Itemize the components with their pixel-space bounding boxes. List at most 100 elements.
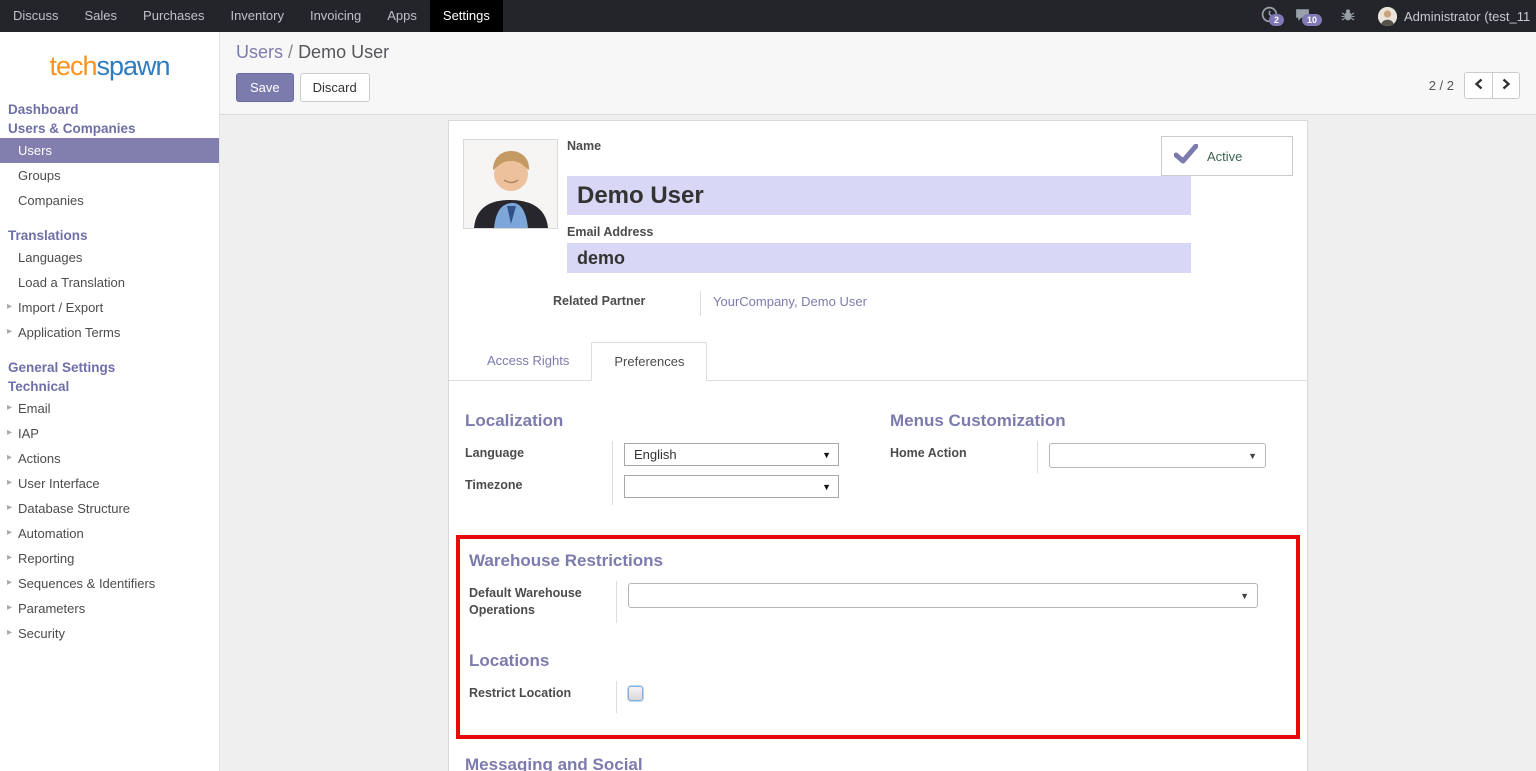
- nav-sales[interactable]: Sales: [72, 0, 131, 32]
- breadcrumb-current: Demo User: [298, 42, 389, 62]
- nav-invoicing[interactable]: Invoicing: [297, 0, 374, 32]
- sidebar-item-companies[interactable]: Companies: [0, 188, 219, 213]
- sidebar-header-technical[interactable]: Technical: [0, 377, 219, 396]
- sidebar-item-languages[interactable]: Languages: [0, 245, 219, 270]
- chevron-right-icon: ▸: [7, 402, 12, 413]
- default-warehouse-label: Default Warehouse Operations: [469, 581, 617, 623]
- sidebar-item-label: Actions: [18, 451, 61, 466]
- user-photo[interactable]: [463, 139, 558, 229]
- pager-counter: 2 / 2: [1429, 78, 1454, 93]
- sidebar-item-user-interface[interactable]: ▸ User Interface: [0, 471, 219, 496]
- email-label: Email Address: [567, 225, 1293, 239]
- sidebar-item-parameters[interactable]: ▸ Parameters: [0, 596, 219, 621]
- chevron-right-icon: ▸: [7, 552, 12, 563]
- chevron-right-icon: ▸: [7, 326, 12, 337]
- sidebar-item-label: Application Terms: [18, 325, 120, 340]
- related-partner-label: Related Partner: [553, 291, 701, 316]
- logo-part-1: tech: [49, 51, 96, 82]
- sidebar-item-label: Sequences & Identifiers: [18, 576, 155, 591]
- sidebar-item-label: Parameters: [18, 601, 85, 616]
- chevron-left-icon: [1474, 77, 1484, 95]
- chevron-right-icon: ▸: [7, 627, 12, 638]
- breadcrumb-separator: /: [288, 42, 293, 62]
- bug-icon: [1340, 7, 1356, 26]
- sidebar-item-automation[interactable]: ▸Automation: [0, 521, 219, 546]
- nav-settings[interactable]: Settings: [430, 0, 503, 32]
- notebook-tabs: Access Rights Preferences: [449, 342, 1307, 381]
- home-action-combo[interactable]: ▼: [1049, 443, 1266, 468]
- top-navbar: Discuss Sales Purchases Inventory Invoic…: [0, 0, 1536, 32]
- chevron-right-icon: ▸: [7, 477, 12, 488]
- sidebar-item-label: User Interface: [18, 476, 100, 491]
- company-logo[interactable]: techspawn: [0, 32, 219, 100]
- message-count-badge: 10: [1302, 14, 1322, 26]
- save-button[interactable]: Save: [236, 73, 294, 102]
- chevron-right-icon: ▸: [7, 427, 12, 438]
- settings-sidebar: techspawn Dashboard Users & Companies Us…: [0, 32, 220, 771]
- language-select[interactable]: English ▼: [624, 443, 839, 466]
- sidebar-item-import-export[interactable]: ▸ Import / Export: [0, 295, 219, 320]
- activity-count-badge: 2: [1269, 14, 1284, 26]
- sidebar-item-load-translation[interactable]: Load a Translation: [0, 270, 219, 295]
- activities-button[interactable]: 2: [1261, 6, 1278, 26]
- sidebar-item-security[interactable]: ▸ Security: [0, 621, 219, 646]
- language-value: English: [634, 447, 677, 462]
- dropdown-arrow-icon: ▼: [1248, 451, 1257, 461]
- sidebar-item-groups[interactable]: Groups: [0, 163, 219, 188]
- sidebar-header-translations[interactable]: Translations: [0, 226, 219, 245]
- email-input[interactable]: [567, 243, 1191, 273]
- check-icon: [1174, 144, 1198, 169]
- chevron-right-icon: ▸: [7, 502, 12, 513]
- related-partner-link[interactable]: YourCompany, Demo User: [701, 291, 867, 316]
- sidebar-item-label: Security: [18, 626, 65, 641]
- dropdown-arrow-icon: ▼: [822, 450, 831, 460]
- sidebar-item-sequences-identifiers[interactable]: ▸Sequences & Identifiers: [0, 571, 219, 596]
- sidebar-item-iap[interactable]: ▸ IAP: [0, 421, 219, 446]
- default-warehouse-combo[interactable]: ▼: [628, 583, 1258, 608]
- user-form-sheet: Name Email Address Active Related Partne…: [448, 120, 1308, 771]
- dropdown-arrow-icon: ▼: [1240, 591, 1249, 601]
- breadcrumb: Users / Demo User: [236, 42, 1520, 63]
- timezone-label: Timezone: [465, 473, 613, 505]
- sidebar-item-database-structure[interactable]: ▸Database Structure: [0, 496, 219, 521]
- restrict-location-checkbox[interactable]: [628, 686, 643, 701]
- highlight-box: Warehouse Restrictions Default Warehouse…: [456, 535, 1300, 739]
- nav-apps[interactable]: Apps: [374, 0, 430, 32]
- user-avatar[interactable]: [1378, 7, 1397, 26]
- nav-inventory[interactable]: Inventory: [217, 0, 296, 32]
- breadcrumb-users-link[interactable]: Users: [236, 42, 283, 62]
- related-partner-row: Related Partner YourCompany, Demo User: [553, 291, 1293, 316]
- chevron-right-icon: [1501, 77, 1511, 95]
- timezone-select[interactable]: ▼: [624, 475, 839, 498]
- pager-previous-button[interactable]: [1464, 72, 1492, 99]
- discard-button[interactable]: Discard: [300, 73, 370, 102]
- user-menu[interactable]: Administrator (test_11: [1404, 9, 1536, 24]
- active-toggle-button[interactable]: Active: [1161, 136, 1293, 176]
- debug-button[interactable]: [1340, 7, 1356, 26]
- nav-purchases[interactable]: Purchases: [130, 0, 217, 32]
- sidebar-header-general-settings[interactable]: General Settings: [0, 358, 219, 377]
- sidebar-item-users[interactable]: Users: [0, 138, 219, 163]
- chevron-right-icon: ▸: [7, 452, 12, 463]
- pager-next-button[interactable]: [1492, 72, 1520, 99]
- tab-access-rights[interactable]: Access Rights: [465, 342, 591, 380]
- sidebar-item-label: Import / Export: [18, 300, 103, 315]
- messages-button[interactable]: 10: [1294, 6, 1324, 26]
- chevron-right-icon: ▸: [7, 301, 12, 312]
- restrict-location-label: Restrict Location: [469, 681, 617, 713]
- sidebar-item-application-terms[interactable]: ▸ Application Terms: [0, 320, 219, 345]
- active-label: Active: [1207, 149, 1242, 164]
- chevron-right-icon: ▸: [7, 527, 12, 538]
- messaging-social-title: Messaging and Social: [465, 755, 1291, 771]
- sidebar-item-label: IAP: [18, 426, 39, 441]
- sidebar-item-reporting[interactable]: ▸Reporting: [0, 546, 219, 571]
- dropdown-arrow-icon: ▼: [822, 482, 831, 492]
- name-input[interactable]: [567, 176, 1191, 215]
- sidebar-item-email[interactable]: ▸Email: [0, 396, 219, 421]
- sidebar-item-actions[interactable]: ▸ Actions: [0, 446, 219, 471]
- sidebar-header-users-companies[interactable]: Users & Companies: [0, 119, 219, 138]
- chevron-right-icon: ▸: [7, 602, 12, 613]
- nav-discuss[interactable]: Discuss: [0, 0, 72, 32]
- tab-preferences[interactable]: Preferences: [591, 342, 707, 381]
- sidebar-header-dashboard[interactable]: Dashboard: [0, 100, 219, 119]
